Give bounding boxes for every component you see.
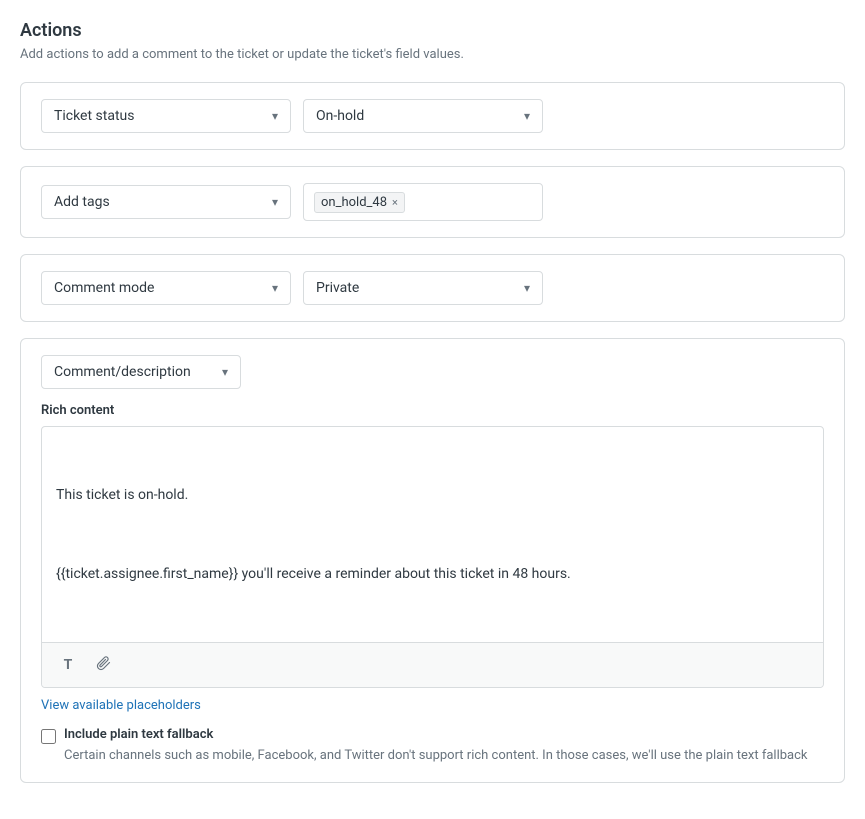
comment-description-card: Comment/description ▾ Rich content This … [20, 338, 845, 783]
comment-mode-row: Comment mode ▾ Private ▾ [41, 271, 824, 305]
rich-content-label: Rich content [41, 403, 824, 418]
ticket-status-value-chevron: ▾ [524, 109, 530, 123]
placeholders-link[interactable]: View available placeholders [41, 698, 201, 713]
comment-mode-card: Comment mode ▾ Private ▾ [20, 254, 845, 322]
ticket-status-value-label: On-hold [316, 108, 364, 124]
rich-text-content-area[interactable]: This ticket is on-hold. {{ticket.assigne… [42, 427, 823, 642]
page-title: Actions [20, 20, 845, 41]
comment-desc-type-label: Comment/description [54, 364, 191, 380]
comment-mode-value-label: Private [316, 280, 359, 296]
ticket-status-type-label: Ticket status [54, 108, 134, 124]
tag-remove-icon[interactable]: × [392, 196, 398, 209]
comment-desc-type-chevron: ▾ [222, 365, 228, 379]
plain-text-fallback-label-block: Include plain text fallback Certain chan… [64, 727, 808, 766]
plain-text-fallback-desc: Certain channels such as mobile, Faceboo… [64, 746, 808, 766]
comment-mode-type-chevron: ▾ [272, 281, 278, 295]
ticket-status-type-dropdown[interactable]: Ticket status ▾ [41, 99, 291, 133]
plain-text-fallback-row: Include plain text fallback Certain chan… [41, 727, 824, 766]
ticket-status-card: Ticket status ▾ On-hold ▾ [20, 82, 845, 150]
tag-chip: on_hold_48 × [314, 192, 405, 213]
add-tags-row: Add tags ▾ on_hold_48 × [41, 183, 824, 221]
ticket-status-row: Ticket status ▾ On-hold ▾ [41, 99, 824, 133]
attachment-icon [96, 655, 112, 675]
tag-chip-label: on_hold_48 [321, 195, 387, 210]
text-format-icon: T [64, 657, 73, 673]
page-subtitle: Add actions to add a comment to the tick… [20, 47, 845, 62]
toolbar-text-button[interactable]: T [54, 651, 82, 679]
rich-text-line2: {{ticket.assignee.first_name}} you'll re… [56, 563, 809, 585]
ticket-status-type-chevron: ▾ [272, 109, 278, 123]
rich-text-toolbar: T [42, 642, 823, 687]
plain-text-fallback-title: Include plain text fallback [64, 727, 808, 742]
comment-desc-type-dropdown[interactable]: Comment/description ▾ [41, 355, 241, 389]
comment-desc-row: Comment/description ▾ [41, 355, 824, 389]
plain-text-fallback-checkbox[interactable] [41, 729, 56, 744]
rich-text-editor: This ticket is on-hold. {{ticket.assigne… [41, 426, 824, 688]
toolbar-attachment-button[interactable] [90, 651, 118, 679]
add-tags-card: Add tags ▾ on_hold_48 × [20, 166, 845, 238]
rich-text-line1: This ticket is on-hold. [56, 484, 809, 506]
comment-mode-type-dropdown[interactable]: Comment mode ▾ [41, 271, 291, 305]
comment-mode-value-dropdown[interactable]: Private ▾ [303, 271, 543, 305]
tags-input-field[interactable]: on_hold_48 × [303, 183, 543, 221]
add-tags-type-label: Add tags [54, 194, 110, 210]
add-tags-type-chevron: ▾ [272, 195, 278, 209]
ticket-status-value-dropdown[interactable]: On-hold ▾ [303, 99, 543, 133]
comment-mode-value-chevron: ▾ [524, 281, 530, 295]
add-tags-type-dropdown[interactable]: Add tags ▾ [41, 185, 291, 219]
comment-mode-type-label: Comment mode [54, 280, 154, 296]
